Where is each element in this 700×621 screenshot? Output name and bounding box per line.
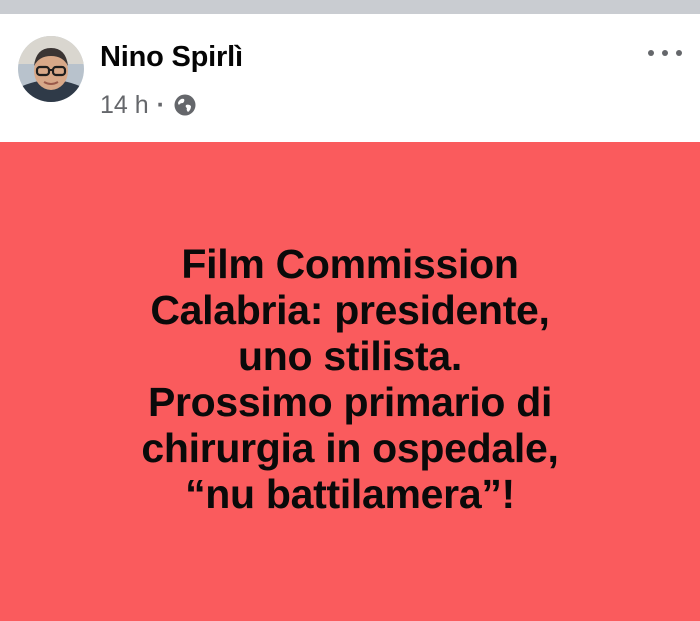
post-text-line: chirurgia in ospedale,: [141, 424, 559, 471]
post-content-card: Film Commission Calabria: presidente, un…: [0, 142, 700, 621]
more-options-icon: [648, 50, 654, 56]
author-name[interactable]: Nino Spirlì: [100, 41, 243, 74]
avatar-photo: [18, 36, 84, 102]
post-time[interactable]: 14 h: [100, 91, 149, 120]
post-text-line: Prossimo primario di: [147, 378, 553, 425]
post-header: Nino Spirlì 14 h ·: [0, 14, 700, 142]
more-options-button[interactable]: [648, 42, 682, 64]
post-text-line: Film Commission: [181, 240, 519, 287]
post-text: Film Commission Calabria: presidente, un…: [141, 241, 558, 517]
post-text-line: Calabria: presidente,: [150, 286, 550, 333]
post-text-line: uno stilista.: [238, 332, 462, 379]
post-text-line: “nu battilamera”!: [185, 470, 515, 517]
feed-divider: [0, 0, 700, 14]
meta-separator: ·: [156, 90, 165, 119]
avatar[interactable]: [18, 36, 84, 102]
globe-icon[interactable]: [173, 93, 197, 117]
post-meta: 14 h ·: [100, 88, 197, 122]
